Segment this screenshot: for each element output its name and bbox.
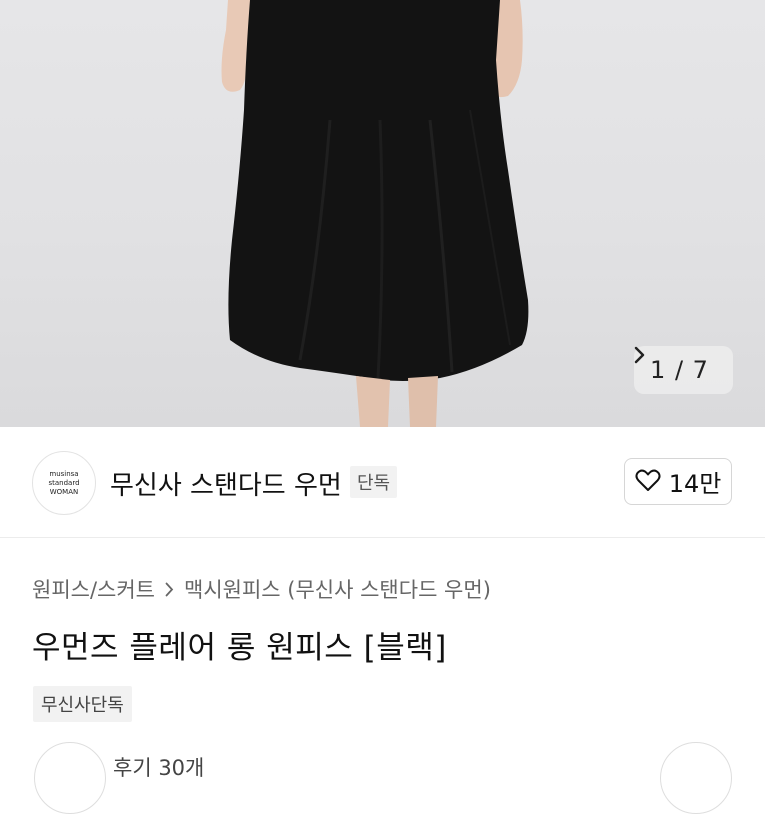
image-counter-text: 1 / 7 [650,356,709,384]
exclusive-badge: 무신사단독 [33,686,132,722]
image-counter[interactable]: 1 / 7 [634,346,733,394]
brand-logo[interactable]: musinsa standard WOMAN [32,451,96,515]
like-count: 14만 [668,470,722,498]
review-avatar-button[interactable] [34,742,106,814]
brand-logo-line1: musinsa [49,469,79,478]
product-title: 우먼즈 플레어 롱 원피스 [블랙] [32,630,447,666]
brand-logo-line2: standard [48,478,80,487]
brand-name-link[interactable]: 무신사 스탠다드 우먼 [110,465,342,502]
share-button[interactable] [660,742,732,814]
review-count-text[interactable]: 후기 30개 [113,752,204,782]
heart-outline-icon [635,468,661,496]
brand-logo-line3: WOMAN [49,487,79,496]
brand-exclusive-badge: 단독 [350,466,398,498]
like-button[interactable]: 14만 [624,458,732,505]
chevron-right-icon [165,582,174,597]
breadcrumb-item-category[interactable]: 원피스/스커트 [32,574,155,604]
breadcrumb-item-subcategory[interactable]: 맥시원피스 (무신사 스탠다드 우먼) [184,574,491,604]
product-image-gallery[interactable]: 1 / 7 [0,0,765,427]
breadcrumb: 원피스/스커트 맥시원피스 (무신사 스탠다드 우먼) [32,574,491,604]
